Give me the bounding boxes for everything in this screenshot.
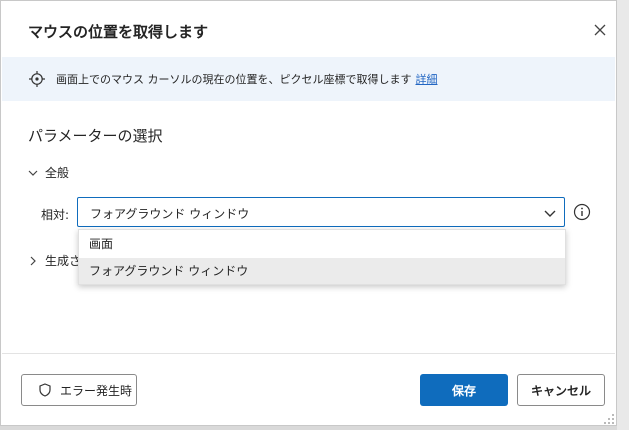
group-general-toggle[interactable]: 全般 xyxy=(27,164,69,181)
cancel-button[interactable]: キャンセル xyxy=(517,374,605,406)
shield-icon xyxy=(39,383,51,397)
close-icon xyxy=(594,24,606,36)
dialog: マウスの位置を取得します 画面上でのマウス カーソルの現在の位置を、ピクセル座標… xyxy=(0,0,617,426)
chevron-right-icon xyxy=(30,256,36,265)
group-general-label: 全般 xyxy=(45,166,70,180)
relative-select-value: フォアグラウンド ウィンドウ xyxy=(90,207,250,221)
dialog-title: マウスの位置を取得します xyxy=(28,23,209,41)
chevron-down-icon xyxy=(28,170,38,176)
dropdown-option-screen[interactable]: 画面 xyxy=(79,231,565,257)
background-window-edge xyxy=(617,0,629,430)
info-circle-icon[interactable] xyxy=(573,203,591,221)
details-link[interactable]: 詳細 xyxy=(416,73,438,86)
info-description: 画面上でのマウス カーソルの現在の位置を、ピクセル座標で取得します xyxy=(56,73,412,86)
group-generated-toggle[interactable]: 生成さ xyxy=(27,252,81,269)
relative-select[interactable]: フォアグラウンド ウィンドウ xyxy=(77,197,565,227)
info-text: 画面上でのマウス カーソルの現在の位置を、ピクセル座標で取得します 詳細 xyxy=(56,71,438,87)
group-generated-label: 生成さ xyxy=(45,254,82,268)
relative-dropdown-list: 画面 フォアグラウンド ウィンドウ xyxy=(78,229,566,285)
relative-label: 相対: xyxy=(41,208,70,222)
footer-divider xyxy=(2,353,615,354)
crosshair-icon xyxy=(29,71,45,87)
info-bar: 画面上でのマウス カーソルの現在の位置を、ピクセル座標で取得します 詳細 xyxy=(2,57,615,101)
chevron-down-icon xyxy=(544,210,556,217)
save-button[interactable]: 保存 xyxy=(420,374,508,406)
resize-grip-icon[interactable] xyxy=(603,413,615,425)
on-error-label: エラー発生時 xyxy=(60,383,133,398)
dropdown-option-foreground-window[interactable]: フォアグラウンド ウィンドウ xyxy=(79,258,565,284)
section-title: パラメーターの選択 xyxy=(28,127,163,145)
close-button[interactable] xyxy=(589,19,611,41)
on-error-button[interactable]: エラー発生時 xyxy=(21,374,137,406)
